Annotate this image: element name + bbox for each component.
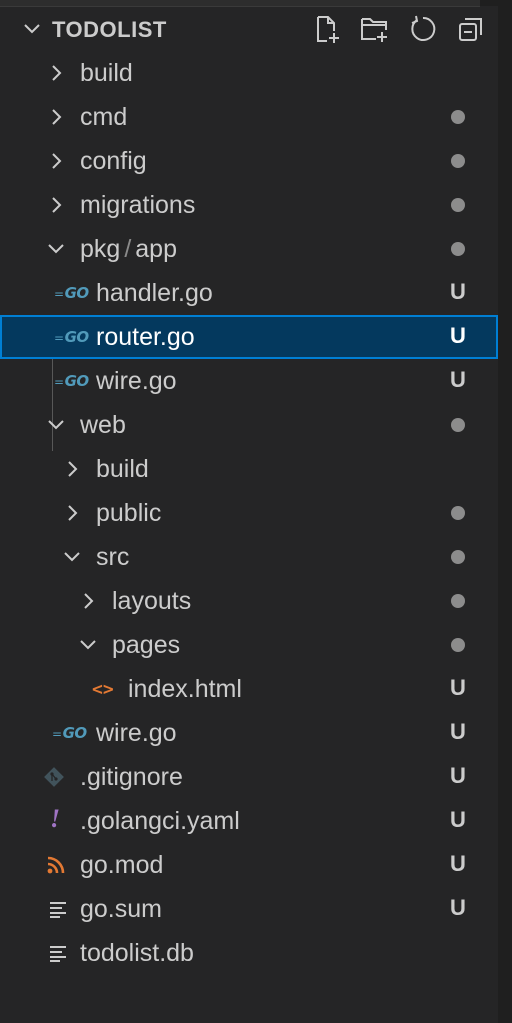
tree-file-go-mod[interactable]: go.mod U: [0, 843, 498, 887]
go-file-icon: =GO: [54, 284, 89, 302]
chevron-down-icon: [64, 552, 80, 562]
file-tree: build cmd config migrations pkg / app =GO …: [0, 51, 498, 975]
html-file-icon: <>: [92, 678, 114, 700]
modified-dot: [451, 638, 465, 652]
chevron-right-icon: [52, 153, 62, 169]
tree-item-label: pages: [112, 631, 181, 659]
modified-dot: [451, 550, 465, 564]
git-icon: [42, 765, 66, 789]
tree-item-label: wire.go: [96, 367, 177, 395]
chevron-right-icon: [68, 461, 78, 477]
status-badge: U: [450, 279, 466, 304]
new-folder-button[interactable]: [358, 12, 392, 46]
refresh-icon: [411, 15, 436, 41]
status-badge: U: [450, 807, 466, 832]
tree-folder-layouts[interactable]: layouts: [0, 579, 498, 623]
tree-file-wire-go[interactable]: =GO wire.go U: [0, 359, 498, 403]
status-badge: U: [450, 675, 466, 700]
tree-item-label: pkg / app: [80, 235, 177, 264]
path-segment-pkg[interactable]: pkg: [80, 235, 120, 263]
modified-dot: [451, 594, 465, 608]
tree-item-label: cmd: [80, 103, 128, 131]
explorer-title: TODOLIST: [52, 17, 167, 42]
tree-item-label: .golangci.yaml: [80, 807, 240, 835]
text-file-icon: [48, 897, 68, 921]
status-badge: U: [450, 719, 466, 744]
tree-file-router-go[interactable]: =GO router.go U: [0, 315, 498, 359]
tree-item-label: config: [80, 147, 147, 175]
tree-folder-pages[interactable]: pages: [0, 623, 498, 667]
path-separator: /: [124, 235, 132, 263]
tree-file-index-html[interactable]: <> index.html U: [0, 667, 498, 711]
modified-dot: [451, 198, 465, 212]
chevron-right-icon: [52, 65, 62, 81]
tree-item-label: go.sum: [80, 895, 162, 923]
tree-folder-pkg-app[interactable]: pkg / app: [0, 227, 498, 271]
chevron-down-icon[interactable]: [22, 19, 42, 39]
tree-folder-cmd[interactable]: cmd: [0, 95, 498, 139]
tree-item-label: todolist.db: [80, 939, 194, 967]
tree-item-label: build: [80, 59, 133, 87]
new-folder-icon: [361, 18, 387, 42]
status-badge: U: [450, 323, 466, 348]
tree-folder-web-build[interactable]: build: [0, 447, 498, 491]
status-badge: U: [450, 763, 466, 788]
tree-item-label: go.mod: [80, 851, 164, 879]
go-file-icon: =GO: [52, 724, 87, 742]
path-segment-app[interactable]: app: [135, 235, 177, 263]
tree-file-gitignore[interactable]: .gitignore U: [0, 755, 498, 799]
status-badge: U: [450, 367, 466, 392]
tree-folder-src[interactable]: src: [0, 535, 498, 579]
modified-dot: [451, 242, 465, 256]
chevron-down-icon: [80, 640, 96, 650]
tree-item-label: migrations: [80, 191, 196, 219]
tree-file-golangci-yaml[interactable]: ! .golangci.yaml U: [0, 799, 498, 843]
tree-item-label: layouts: [112, 587, 192, 615]
rss-icon: [46, 853, 66, 877]
tree-item-label: wire.go: [96, 719, 177, 747]
collapse-all-icon: [459, 18, 482, 41]
tree-folder-public[interactable]: public: [0, 491, 498, 535]
chevron-right-icon: [84, 593, 94, 609]
collapse-all-button[interactable]: [454, 12, 488, 46]
tree-file-handler-go[interactable]: =GO handler.go U: [0, 271, 498, 315]
chevron-right-icon: [68, 505, 78, 521]
tree-item-label: handler.go: [96, 279, 213, 307]
yaml-file-icon: !: [50, 804, 61, 833]
tree-folder-web[interactable]: web: [0, 403, 498, 447]
tree-item-label: build: [96, 455, 149, 483]
explorer-header[interactable]: TODOLIST: [0, 8, 498, 50]
chevron-right-icon: [52, 109, 62, 125]
modified-dot: [451, 418, 465, 432]
tree-file-go-sum[interactable]: go.sum U: [0, 887, 498, 931]
tree-item-label: index.html: [128, 675, 242, 703]
text-file-icon: [48, 941, 68, 965]
tree-item-label: src: [96, 543, 130, 571]
chevron-down-icon: [48, 420, 64, 430]
tree-file-root-wire-go[interactable]: =GO wire.go U: [0, 711, 498, 755]
top-border: [0, 0, 512, 7]
modified-dot: [451, 154, 465, 168]
go-file-icon: =GO: [54, 328, 89, 346]
new-file-button[interactable]: [311, 12, 345, 46]
refresh-button[interactable]: [406, 12, 440, 46]
status-badge: U: [450, 851, 466, 876]
scrollbar-gutter: [498, 0, 512, 1023]
tree-item-label: router.go: [96, 323, 195, 351]
new-file-icon: [317, 16, 339, 43]
tree-item-label: web: [80, 411, 126, 439]
go-file-icon: =GO: [54, 372, 89, 390]
tree-folder-config[interactable]: config: [0, 139, 498, 183]
status-badge: U: [450, 895, 466, 920]
tree-file-todolist-db[interactable]: todolist.db: [0, 931, 498, 975]
modified-dot: [451, 110, 465, 124]
tree-item-label: .gitignore: [80, 763, 183, 791]
tree-folder-migrations[interactable]: migrations: [0, 183, 498, 227]
chevron-right-icon: [52, 197, 62, 213]
chevron-down-icon: [48, 244, 64, 254]
tree-item-label: public: [96, 499, 162, 527]
tree-folder-build[interactable]: build: [0, 51, 498, 95]
modified-dot: [451, 506, 465, 520]
